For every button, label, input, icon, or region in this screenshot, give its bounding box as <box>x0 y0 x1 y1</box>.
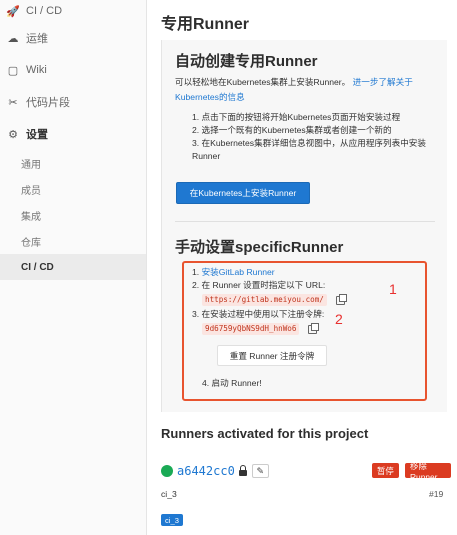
sidebar: 🚀 CI / CD ☁ 运维 ▢ Wiki ✂ 代码片段 ⚙ 设置 通用 成员 … <box>0 0 147 535</box>
step-number: 1. <box>192 267 202 277</box>
sidebar-subitem-general[interactable]: 通用 <box>0 150 146 176</box>
manual-step-4: 4. 启动 Runner! <box>202 378 262 388</box>
manual-setup-steps: 1. 安装GitLab Runner 2. 在 Runner 设置时指定以下 U… <box>192 266 424 337</box>
sidebar-item-label: 代码片段 <box>26 97 70 109</box>
annotation-number-2: 2 <box>335 311 343 327</box>
auto-step-3: 3. 在Kubernetes集群详细信息视图中，从应用程序列表中安装Runner <box>192 138 426 161</box>
copy-token-icon[interactable] <box>308 322 320 334</box>
auto-step-2: 2. 选择一个既有的Kubernetes集群或者创建一个新的 <box>192 125 392 135</box>
page-title: 专用Runner <box>161 16 250 33</box>
pencil-icon: ✎ <box>256 465 265 476</box>
sidebar-subitem-repository[interactable]: 仓库 <box>0 228 146 254</box>
main-content: 专用Runner 自动创建专用Runner 可以轻松地在Kubernetes集群… <box>147 0 457 535</box>
highlight-box: 1. 安装GitLab Runner 2. 在 Runner 设置时指定以下 U… <box>182 261 427 401</box>
sidebar-subitem-integrations[interactable]: 集成 <box>0 202 146 228</box>
sidebar-item-label: CI / CD <box>26 5 63 17</box>
cloud-ops-icon: ☁ <box>7 32 19 45</box>
sidebar-item-label: 运维 <box>26 33 48 45</box>
remove-runner-button[interactable]: 移除Runner <box>405 461 451 482</box>
sidebar-item-label: 设置 <box>26 129 48 141</box>
manual-step-1: 1. 安装GitLab Runner <box>192 266 424 279</box>
activated-runners-title: Runners activated for this project <box>161 426 369 441</box>
lock-icon <box>238 464 247 476</box>
sidebar-subitem-cicd[interactable]: CI / CD <box>0 254 146 280</box>
auto-setup-steps: 1. 点击下面的按钮将开始Kubernetes页面开始安装过程 2. 选择一个既… <box>192 111 442 163</box>
annotation-number-1: 1 <box>389 281 397 297</box>
pause-runner-button[interactable]: 暂停 <box>372 463 399 478</box>
install-gitlab-runner-link[interactable]: 安装GitLab Runner <box>202 267 275 277</box>
sidebar-item-settings[interactable]: ⚙ 设置 <box>0 118 146 150</box>
auto-step-1: 1. 点击下面的按钮将开始Kubernetes页面开始安装过程 <box>192 112 401 122</box>
sidebar-subitem-members[interactable]: 成员 <box>0 176 146 202</box>
specific-runners-panel: 自动创建专用Runner 可以轻松地在Kubernetes集群上安装Runner… <box>161 40 447 412</box>
manual-setup-title: 手动设置specificRunner <box>175 239 344 256</box>
reset-registration-token-button[interactable]: 重置 Runner 注册令牌 <box>217 345 327 366</box>
edit-runner-button[interactable]: ✎ <box>251 464 269 478</box>
section-divider <box>175 221 435 222</box>
gear-icon: ⚙ <box>8 128 18 141</box>
sidebar-item-cicd[interactable]: 🚀 CI / CD <box>0 0 146 22</box>
token-row: 9d6759yQbNS9dH_hnWo6 <box>192 321 424 337</box>
sidebar-item-label: Wiki <box>26 64 47 76</box>
runner-row: a6442cc0 ✎ 暂停 移除Runner <box>161 461 451 482</box>
runner-status-indicator <box>161 465 173 477</box>
sidebar-item-ops[interactable]: ☁ 运维 <box>0 22 146 54</box>
registration-token-code: 9d6759yQbNS9dH_hnWo6 <box>202 323 300 335</box>
sidebar-item-wiki[interactable]: ▢ Wiki <box>0 54 146 86</box>
copy-url-icon[interactable] <box>335 293 347 305</box>
runner-url-code: https://gitlab.meiyou.com/ <box>202 294 327 306</box>
auto-setup-title: 自动创建专用Runner <box>175 53 318 70</box>
runner-id-link[interactable]: a6442cc0 <box>177 464 235 478</box>
install-runner-on-kubernetes-button[interactable]: 在Kubernetes上安装Runner <box>176 182 310 204</box>
sidebar-item-snippets[interactable]: ✂ 代码片段 <box>0 86 146 118</box>
runner-number: #19 <box>429 489 444 499</box>
manual-step-3: 3. 在安装过程中使用以下注册令牌: <box>192 309 325 319</box>
runner-description: ci_3 <box>161 489 177 499</box>
auto-setup-description: 可以轻松地在Kubernetes集群上安装Runner。 进一步了解关于Kube… <box>175 75 445 105</box>
book-icon: ▢ <box>7 64 19 77</box>
rocket-icon: 🚀 <box>6 5 20 18</box>
description-text: 可以轻松地在Kubernetes集群上安装Runner。 <box>175 77 351 87</box>
runner-tag-badge: ci_3 <box>161 514 183 526</box>
scissors-icon: ✂ <box>8 96 18 109</box>
